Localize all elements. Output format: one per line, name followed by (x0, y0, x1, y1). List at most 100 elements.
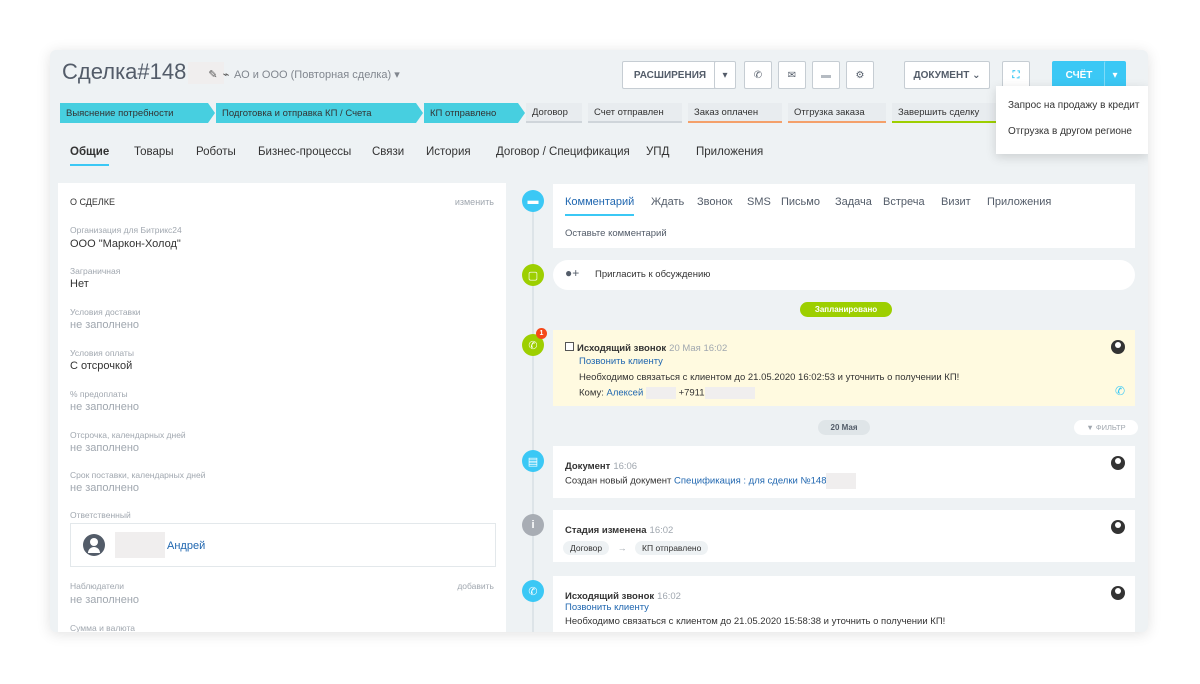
field-value[interactable]: ООО "Маркон-Холод" (70, 238, 181, 250)
field-label: Организация для Битрикс24 (70, 225, 182, 235)
stage-shipment[interactable]: Отгрузка заказа (788, 103, 886, 123)
activity-text: Необходимо связаться с клиентом до 21.05… (579, 372, 960, 383)
email-button[interactable]: ✉ (778, 61, 806, 89)
bill-button[interactable]: СЧЁТ (1052, 61, 1106, 89)
stage-from: Договор (563, 541, 610, 555)
responsible-box[interactable]: Андрей (70, 523, 496, 567)
responsible-label: Ответственный (70, 510, 131, 520)
section-title: О СДЕЛКЕ (70, 197, 116, 207)
call-recipient: Кому: Алексей +7911 (579, 387, 755, 399)
complete-checkbox[interactable] (565, 342, 574, 352)
tab-comment[interactable]: Комментарий (565, 196, 635, 216)
stage-needs[interactable]: Выяснение потребности (60, 103, 215, 123)
add-observer-link[interactable]: добавить (457, 581, 494, 591)
tab-products[interactable]: Товары (134, 146, 174, 158)
invite-label: Пригласить к обсуждению (595, 269, 711, 280)
activity-title: Исходящий звонок (577, 343, 667, 354)
avatar (1111, 340, 1125, 354)
tab-visit[interactable]: Визит (941, 196, 971, 208)
field-label: % предоплаты (70, 389, 128, 399)
bill-dropdown-menu: Запрос на продажу в кредит Отгрузка в др… (996, 86, 1148, 154)
edit-link[interactable]: изменить (455, 197, 494, 207)
deal-header: Сделка#148 ✎ ⌁ АО и ООО (Повторная сделка)… (50, 50, 1148, 98)
link-icon: ⌁ (222, 69, 230, 81)
stage-order-paid[interactable]: Заказ оплачен (688, 103, 782, 123)
chevron-down-icon: ⌄ (972, 69, 981, 81)
document-link[interactable]: Спецификация : для сделки №148 (674, 476, 826, 487)
field-value[interactable]: Нет (70, 278, 89, 290)
avatar (83, 534, 105, 556)
chat-button[interactable]: ▬ (812, 61, 840, 89)
field-label: Сумма и валюта (70, 623, 135, 632)
field-value[interactable]: не заполнено (70, 401, 139, 413)
crm-window: Сделка#148 ✎ ⌁ АО и ООО (Повторная сделка)… (50, 50, 1148, 632)
gear-icon: ⚙ (855, 69, 865, 81)
document-button[interactable]: ДОКУМЕНТ ⌄ (904, 61, 990, 89)
tab-history[interactable]: История (426, 146, 471, 158)
tab-contract[interactable]: Договор / Спецификация (496, 146, 630, 158)
tab-sms[interactable]: SMS (747, 196, 771, 208)
tab-upd[interactable]: УПД (646, 146, 669, 158)
bill-dropdown-button[interactable]: ▾ (1104, 61, 1126, 89)
field-value[interactable]: не заполнено (70, 319, 139, 331)
field-label: Заграничная (70, 266, 121, 276)
stage-proposal-prep[interactable]: Подготовка и отправка КП / Счета (216, 103, 423, 123)
tab-apps[interactable]: Приложения (987, 196, 1051, 208)
tab-wait[interactable]: Ждать (651, 196, 684, 208)
field-value[interactable]: не заполнено (70, 442, 139, 454)
tab-task[interactable]: Задача (835, 196, 872, 208)
field-label: Условия оплаты (70, 348, 134, 358)
pencil-icon[interactable]: ✎ (208, 68, 218, 81)
invite-discussion[interactable]: ●+ Пригласить к обсуждению (553, 260, 1135, 290)
stage-to: КП отправлено (635, 541, 709, 555)
comment-icon: ▬ (522, 190, 544, 212)
tab-apps[interactable]: Приложения (696, 146, 763, 158)
tab-business-processes[interactable]: Бизнес-процессы (258, 146, 351, 158)
tab-email[interactable]: Письмо (781, 196, 820, 208)
extensions-dropdown-button[interactable]: ▾ (714, 61, 736, 89)
call-client-link[interactable]: Позвонить клиенту (579, 356, 663, 367)
document-icon: ▤ (522, 450, 544, 472)
activity-time: 16:06 (613, 461, 638, 472)
extensions-button[interactable]: РАСШИРЕНИЯ (622, 61, 718, 89)
field-label: Срок поставки, календарных дней (70, 470, 206, 480)
phone-icon[interactable]: ✆ (1115, 384, 1125, 398)
filter-icon: ▼ (1086, 423, 1094, 432)
avatar (1111, 456, 1125, 470)
stage-contract[interactable]: Договор (526, 103, 582, 123)
observers-label: Наблюдатели (70, 581, 124, 591)
stage-bill-sent[interactable]: Счет отправлен (588, 103, 682, 123)
settings-button[interactable]: ⚙ (846, 61, 874, 89)
responsible-name[interactable]: Андрей (167, 540, 205, 552)
planned-call-card: Исходящий звонок 20 Мая 16:02 Позвонить к… (553, 330, 1135, 406)
call-client-link[interactable]: Позвонить клиенту (565, 602, 649, 613)
chat-icon: ▬ (821, 69, 831, 81)
fullscreen-button[interactable]: ⛶ (1002, 61, 1030, 89)
menu-item-credit-request[interactable]: Запрос на продажу в кредит (1008, 100, 1139, 111)
document-card: Документ 16:06 Создан новый документ Спец… (553, 446, 1135, 498)
tab-meeting[interactable]: Встреча (883, 196, 925, 208)
deal-category[interactable]: ✎ ⌁ АО и ООО (Повторная сделка) ▾ (208, 68, 399, 81)
phone-button[interactable]: ✆ (744, 61, 772, 89)
chevron-down-icon: ▾ (1112, 69, 1118, 81)
date-badge: 20 Мая (818, 420, 870, 435)
filter-button[interactable]: ▼ ФИЛЬТР (1074, 420, 1138, 435)
field-value[interactable]: не заполнено (70, 482, 139, 494)
tab-links[interactable]: Связи (372, 146, 404, 158)
counter-badge: 1 (536, 328, 547, 339)
menu-item-other-region[interactable]: Отгрузка в другом регионе (1008, 126, 1132, 137)
activity-title: Стадия изменена (565, 525, 647, 536)
phone-icon: ✆ (522, 580, 544, 602)
activity-time: 16:02 (657, 591, 681, 602)
stage-proposal-sent[interactable]: КП отправлено (424, 103, 525, 123)
tab-robots[interactable]: Роботы (196, 146, 236, 158)
field-value[interactable]: С отсрочкой (70, 360, 132, 372)
comment-input[interactable]: Оставьте комментарий (565, 228, 667, 239)
activity-title: Документ (565, 461, 611, 472)
page-title: Сделка#148 (62, 59, 225, 85)
stage-close-deal[interactable]: Завершить сделку (892, 103, 1000, 123)
tab-general[interactable]: Общие (70, 146, 110, 166)
recipient-name[interactable]: Алексей (607, 388, 644, 399)
observers-value[interactable]: не заполнено (70, 594, 139, 606)
tab-call[interactable]: Звонок (697, 196, 733, 208)
